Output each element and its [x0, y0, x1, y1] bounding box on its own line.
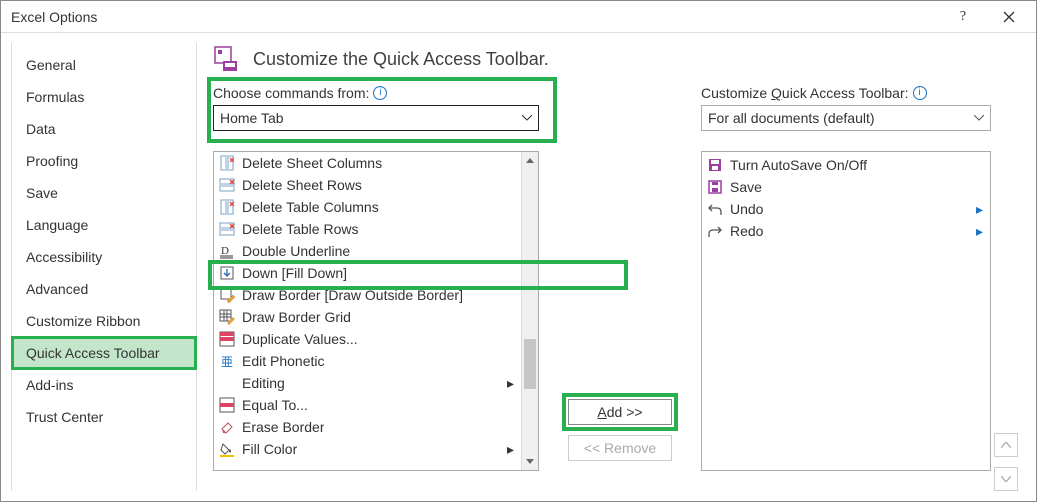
- commands-listbox[interactable]: Delete Sheet Columns Delete Sheet Rows D…: [213, 151, 539, 471]
- scroll-up-button[interactable]: [522, 152, 538, 169]
- list-item[interactable]: Delete Sheet Columns: [214, 152, 521, 174]
- chevron-down-icon: [974, 115, 984, 121]
- delete-row-icon: [218, 176, 236, 194]
- scroll-down-button[interactable]: [522, 453, 538, 470]
- list-item[interactable]: Draw Border Grid: [214, 306, 521, 328]
- qat-listbox[interactable]: Turn AutoSave On/Off Save Undo▸ Redo▸: [701, 151, 991, 471]
- list-item[interactable]: DDouble Underline: [214, 240, 521, 262]
- pencil-border-icon: [218, 286, 236, 304]
- redo-icon: [706, 222, 724, 240]
- sidebar-item-formulas[interactable]: Formulas: [12, 81, 196, 113]
- scroll-thumb[interactable]: [524, 339, 536, 389]
- list-item[interactable]: Erase Border: [214, 416, 521, 438]
- submenu-arrow-icon: ▸: [507, 441, 517, 458]
- add-button[interactable]: Add >>: [568, 399, 672, 425]
- page-title: Customize the Quick Access Toolbar.: [253, 49, 549, 70]
- undo-icon: [706, 200, 724, 218]
- sidebar-item-customize-ribbon[interactable]: Customize Ribbon: [12, 305, 196, 337]
- title-bar: Excel Options ?: [1, 1, 1036, 33]
- list-item[interactable]: Save: [702, 176, 990, 198]
- list-item[interactable]: Delete Table Rows: [214, 218, 521, 240]
- list-item[interactable]: Delete Sheet Rows: [214, 174, 521, 196]
- scroll-track[interactable]: [522, 169, 538, 453]
- sidebar-item-accessibility[interactable]: Accessibility: [12, 241, 196, 273]
- info-icon[interactable]: i: [913, 86, 927, 100]
- list-item[interactable]: Editing▸: [214, 372, 521, 394]
- sidebar-item-language[interactable]: Language: [12, 209, 196, 241]
- sidebar-item-trust-center[interactable]: Trust Center: [12, 401, 196, 433]
- customize-qat-label: Customize Quick Access Toolbar: i: [701, 85, 991, 101]
- sidebar: General Formulas Data Proofing Save Lang…: [11, 43, 197, 491]
- sidebar-item-proofing[interactable]: Proofing: [12, 145, 196, 177]
- pencil-grid-icon: [218, 308, 236, 326]
- equal-to-icon: [218, 396, 236, 414]
- close-button[interactable]: [986, 1, 1032, 33]
- list-item[interactable]: Fill Color▸: [214, 438, 521, 460]
- move-up-button[interactable]: [994, 433, 1018, 457]
- submenu-arrow-icon: ▸: [976, 201, 986, 218]
- list-item-fill-down[interactable]: Down [Fill Down]: [214, 262, 521, 284]
- list-item[interactable]: 亜Edit Phonetic: [214, 350, 521, 372]
- submenu-arrow-icon: ▸: [507, 375, 517, 392]
- svg-text:D: D: [221, 245, 229, 257]
- qat-icon: [213, 45, 241, 73]
- delete-table-col-icon: [218, 198, 236, 216]
- double-underline-icon: D: [218, 242, 236, 260]
- sidebar-item-general[interactable]: General: [12, 49, 196, 81]
- help-button[interactable]: ?: [940, 1, 986, 33]
- delete-col-icon: [218, 154, 236, 172]
- chevron-down-icon: [522, 115, 532, 121]
- sidebar-item-advanced[interactable]: Advanced: [12, 273, 196, 305]
- sidebar-item-save[interactable]: Save: [12, 177, 196, 209]
- list-item[interactable]: Draw Border [Draw Outside Border]: [214, 284, 521, 306]
- sidebar-item-quick-access-toolbar[interactable]: Quick Access Toolbar: [12, 337, 196, 369]
- sidebar-item-add-ins[interactable]: Add-ins: [12, 369, 196, 401]
- choose-commands-label: Choose commands from: i: [213, 85, 539, 101]
- scrollbar[interactable]: [521, 152, 538, 470]
- erase-border-icon: [218, 418, 236, 436]
- list-item[interactable]: Redo▸: [702, 220, 990, 242]
- fill-color-icon: [218, 440, 236, 458]
- list-item[interactable]: Turn AutoSave On/Off: [702, 154, 990, 176]
- choose-commands-value: Home Tab: [220, 110, 284, 126]
- edit-phonetic-icon: 亜: [218, 352, 236, 370]
- customize-qat-value: For all documents (default): [708, 110, 875, 126]
- list-item[interactable]: Delete Table Columns: [214, 196, 521, 218]
- dup-values-icon: [218, 330, 236, 348]
- choose-commands-select[interactable]: Home Tab: [213, 105, 539, 131]
- page-header: Customize the Quick Access Toolbar.: [213, 45, 1020, 73]
- move-down-button[interactable]: [994, 467, 1018, 491]
- save-icon: [706, 178, 724, 196]
- window-title: Excel Options: [11, 9, 940, 25]
- fill-down-icon: [218, 264, 236, 282]
- sidebar-item-data[interactable]: Data: [12, 113, 196, 145]
- customize-qat-select[interactable]: For all documents (default): [701, 105, 991, 131]
- delete-table-row-icon: [218, 220, 236, 238]
- list-item[interactable]: Undo▸: [702, 198, 990, 220]
- info-icon[interactable]: i: [373, 86, 387, 100]
- list-item[interactable]: Equal To...: [214, 394, 521, 416]
- submenu-arrow-icon: ▸: [976, 223, 986, 240]
- remove-button: << Remove: [568, 435, 672, 461]
- blank-icon: [218, 374, 236, 392]
- autosave-icon: [706, 156, 724, 174]
- list-item[interactable]: Duplicate Values...: [214, 328, 521, 350]
- svg-text:亜: 亜: [221, 355, 233, 369]
